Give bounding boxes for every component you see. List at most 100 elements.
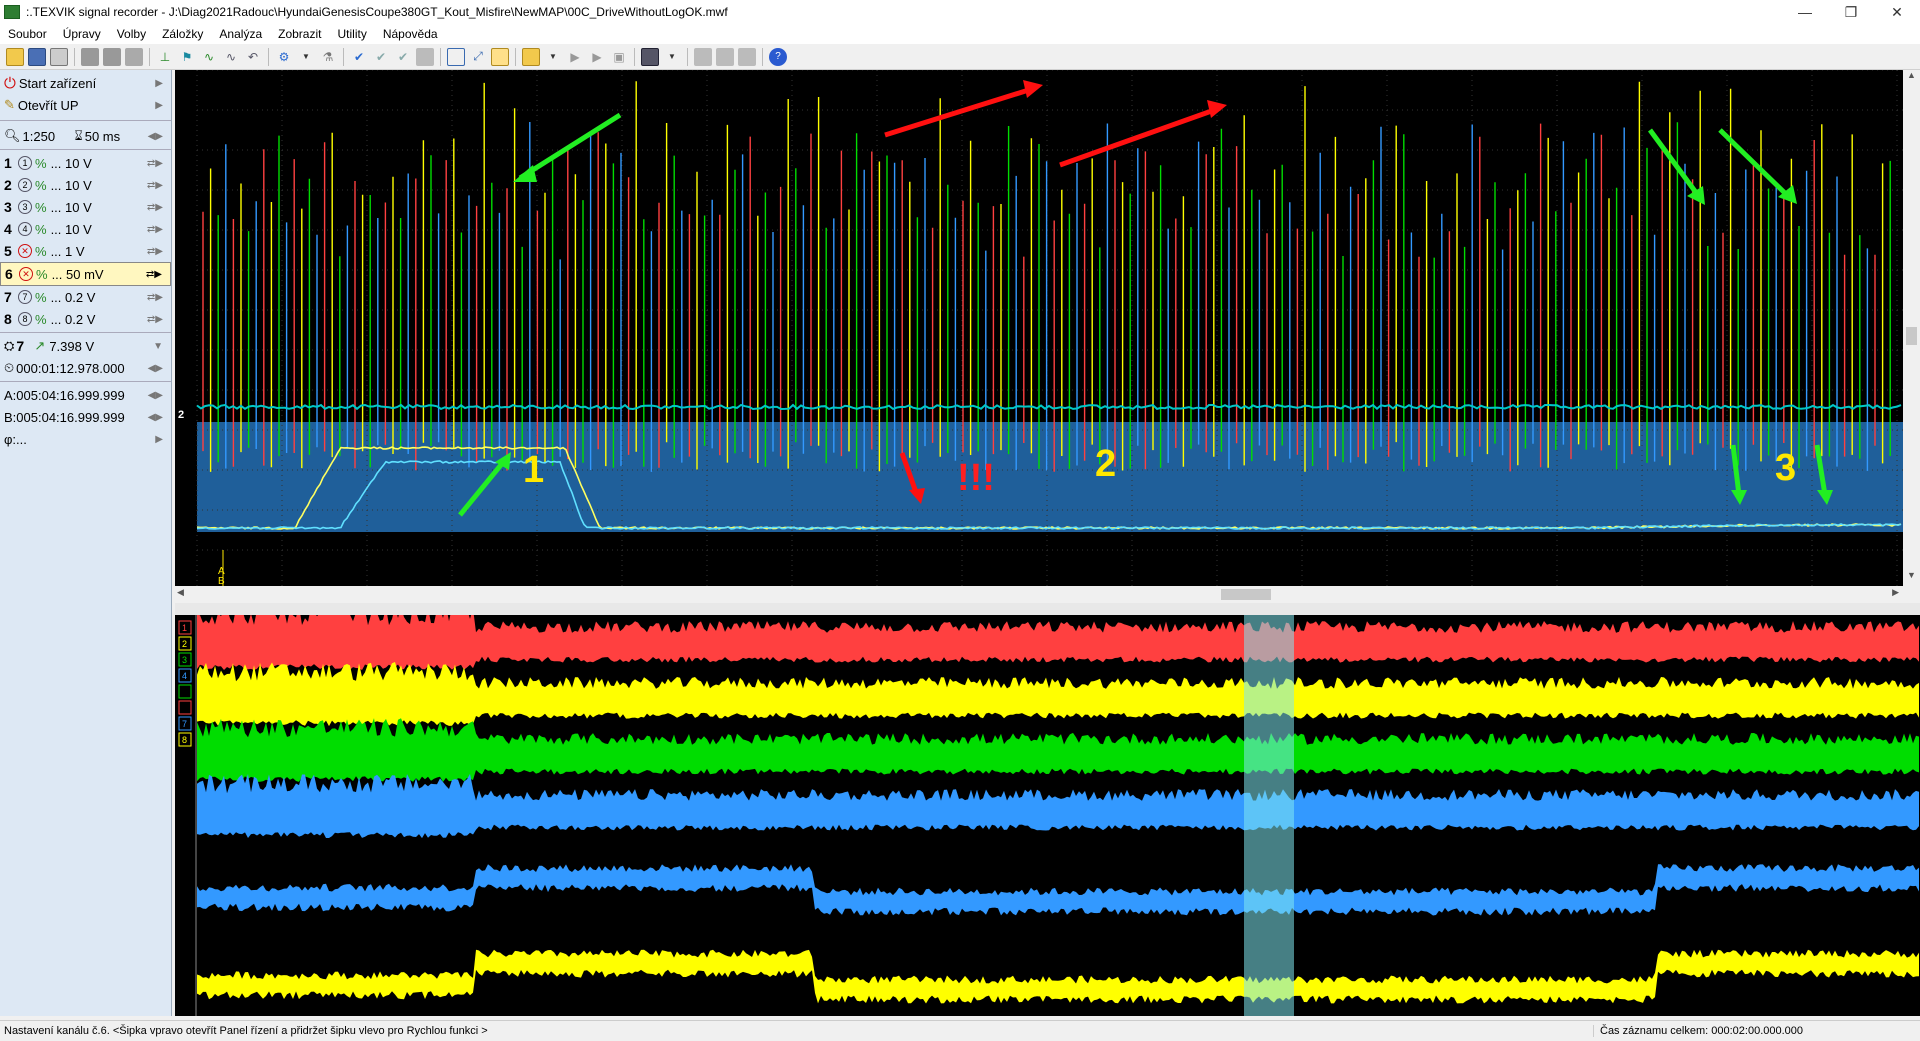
channel-row-7[interactable]: 7 7 % ... 0.2 V ⇄▶: [0, 286, 171, 308]
grid-icon[interactable]: [694, 47, 712, 66]
start-device-label: Start zařízení: [18, 75, 97, 91]
grid2-icon[interactable]: [716, 47, 734, 66]
time-icon: ⏲︎: [4, 360, 15, 375]
undo-icon[interactable]: ↶: [244, 48, 262, 66]
annotation-label-2: 2: [1095, 443, 1116, 485]
menu-upravy[interactable]: Úpravy: [55, 27, 109, 41]
scroll-thumb[interactable]: [1906, 327, 1917, 345]
channel-on-icon: 4: [18, 222, 32, 236]
scroll-thumb[interactable]: [1221, 589, 1271, 600]
check2-icon[interactable]: ✔: [372, 48, 390, 66]
cursor-a-row[interactable]: A:005:04:16.999.999 ◀▶: [0, 384, 171, 406]
oscilloscope-upper-panel[interactable]: 1 !!! 2 3 2 A B: [175, 69, 1903, 587]
dropdown2-icon[interactable]: ▼: [544, 48, 562, 66]
annotation-label-1: 1: [523, 449, 544, 491]
channel-badge[interactable]: [178, 684, 192, 699]
filter-icon[interactable]: ⚗: [319, 48, 337, 66]
overview-band: [197, 662, 1919, 727]
check-icon[interactable]: ✔: [350, 48, 368, 66]
channel-range: ... 10 V: [50, 155, 92, 171]
upper-horizontal-scrollbar[interactable]: ◀ ▶: [175, 586, 1903, 603]
paste-icon[interactable]: [103, 47, 121, 66]
cut-icon[interactable]: [125, 47, 143, 66]
channel-row-2[interactable]: 2 2 % ... 10 V ⇄▶: [0, 174, 171, 196]
menu-volby[interactable]: Volby: [109, 27, 154, 41]
panel-splitter[interactable]: [175, 603, 1920, 615]
open-folder-icon[interactable]: [6, 47, 24, 66]
zoom-icon[interactable]: [447, 47, 465, 66]
scroll-down-icon[interactable]: ▼: [1903, 570, 1920, 586]
grid3-icon[interactable]: [738, 47, 756, 66]
start-device-item[interactable]: ⏻ Start zařízení ▶: [0, 72, 171, 94]
dropdown3-icon[interactable]: ▼: [663, 48, 681, 66]
channel-on-icon: 1: [18, 156, 32, 170]
visible-window-highlight[interactable]: [1244, 615, 1294, 1016]
channel-row-5[interactable]: 5 ✕ % ... 1 V ⇄▶: [0, 240, 171, 262]
upper-vertical-scrollbar[interactable]: ▲ ▼: [1903, 70, 1920, 586]
channel-on-icon: 7: [18, 290, 32, 304]
time-row[interactable]: ⏲︎ 000:01:12.978.000 ◀▶: [0, 357, 171, 379]
channel-badge-label: 1: [182, 623, 187, 633]
channel-on-icon: 8: [18, 312, 32, 326]
control-sidebar: ⏻ Start zařízení ▶ ✎ Otevřít UP ▶ 🔍︎ 1:2…: [0, 70, 172, 1016]
minimize-button[interactable]: —: [1782, 0, 1828, 24]
menu-analyza[interactable]: Analýza: [211, 27, 270, 41]
timebase-icon: ⌛︎: [74, 128, 83, 143]
scroll-right-icon[interactable]: ▶: [1892, 587, 1899, 598]
menu-zobrazit[interactable]: Zobrazit: [270, 27, 329, 41]
channel-row-8[interactable]: 8 8 % ... 0.2 V ⇄▶: [0, 308, 171, 330]
analyze-icon[interactable]: ⚙: [275, 48, 293, 66]
step3-icon[interactable]: ▣: [610, 48, 628, 66]
marker-icon[interactable]: ⚑: [178, 48, 196, 66]
cursor-b-marker[interactable]: B: [218, 576, 225, 587]
channel-badge[interactable]: [178, 700, 192, 715]
phase-value: φ:...: [4, 431, 27, 447]
copy-icon[interactable]: [81, 47, 99, 66]
display-icon[interactable]: [641, 47, 659, 66]
step-icon[interactable]: ▶: [566, 48, 584, 66]
maximize-button[interactable]: ❐: [1828, 0, 1874, 24]
trigger-edge-icon: ↗: [34, 338, 46, 353]
arrows-icon: ⇄▶: [146, 201, 163, 213]
open-up-item[interactable]: ✎ Otevřít UP ▶: [0, 94, 171, 116]
scroll-left-icon[interactable]: ◀: [177, 587, 184, 598]
channel-row-1[interactable]: 1 1 % ... 10 V ⇄▶: [0, 152, 171, 174]
save-icon[interactable]: [28, 47, 46, 66]
menu-soubor[interactable]: Soubor: [0, 27, 55, 41]
wave-icon[interactable]: ∿: [200, 48, 218, 66]
channel-off-icon: ✕: [19, 267, 33, 281]
dropdown-icon[interactable]: ▼: [297, 48, 315, 66]
red-arrow-1: [884, 85, 1036, 138]
channel-badge-label: 2: [182, 639, 187, 649]
channel-row-3[interactable]: 3 3 % ... 10 V ⇄▶: [0, 196, 171, 218]
menu-zalozky[interactable]: Záložky: [154, 27, 211, 41]
cursor-icon[interactable]: ⊥: [156, 48, 174, 66]
channel-badges: 1 2 3 4 7 8: [178, 620, 192, 747]
baseline-trace: [196, 403, 1902, 411]
arrows-icon: ◀▶: [147, 389, 163, 401]
scroll-up-icon[interactable]: ▲: [1903, 70, 1920, 86]
fit-icon[interactable]: [491, 47, 509, 66]
print-icon[interactable]: [50, 47, 68, 66]
wave2-icon[interactable]: ∿: [222, 48, 240, 66]
phase-row[interactable]: φ:... ▶: [0, 428, 171, 450]
channel-row-6-selected[interactable]: 6 ✕ % ... 50 mV ⇄▶: [0, 262, 171, 286]
trigger-row[interactable]: ⛭ 7 ↗ 7.398 V ▼: [0, 335, 171, 357]
overview-band: [197, 718, 1919, 782]
zoom-timebase-row[interactable]: 🔍︎ 1:250 ⌛︎ 50 ms ◀▶: [0, 125, 171, 147]
menu-napoveda[interactable]: Nápověda: [375, 27, 446, 41]
cursor-b-row[interactable]: B:005:04:16.999.999 ◀▶: [0, 406, 171, 428]
export-icon[interactable]: [522, 47, 540, 66]
step2-icon[interactable]: ▶: [588, 48, 606, 66]
menu-utility[interactable]: Utility: [329, 27, 374, 41]
doc-icon[interactable]: [416, 47, 434, 66]
channel-number: 2: [4, 177, 12, 193]
overview-lower-panel[interactable]: 1 2 3 4 7 8: [175, 605, 1920, 1016]
zoom2-icon[interactable]: ⤢: [469, 48, 487, 66]
channel-row-4[interactable]: 4 4 % ... 10 V ⇄▶: [0, 218, 171, 240]
close-button[interactable]: ✕: [1874, 0, 1920, 24]
menu-bar: Soubor Úpravy Volby Záložky Analýza Zobr…: [0, 24, 1920, 44]
help-icon[interactable]: ?: [769, 47, 787, 66]
app-icon: [4, 5, 20, 19]
check3-icon[interactable]: ✔: [394, 48, 412, 66]
